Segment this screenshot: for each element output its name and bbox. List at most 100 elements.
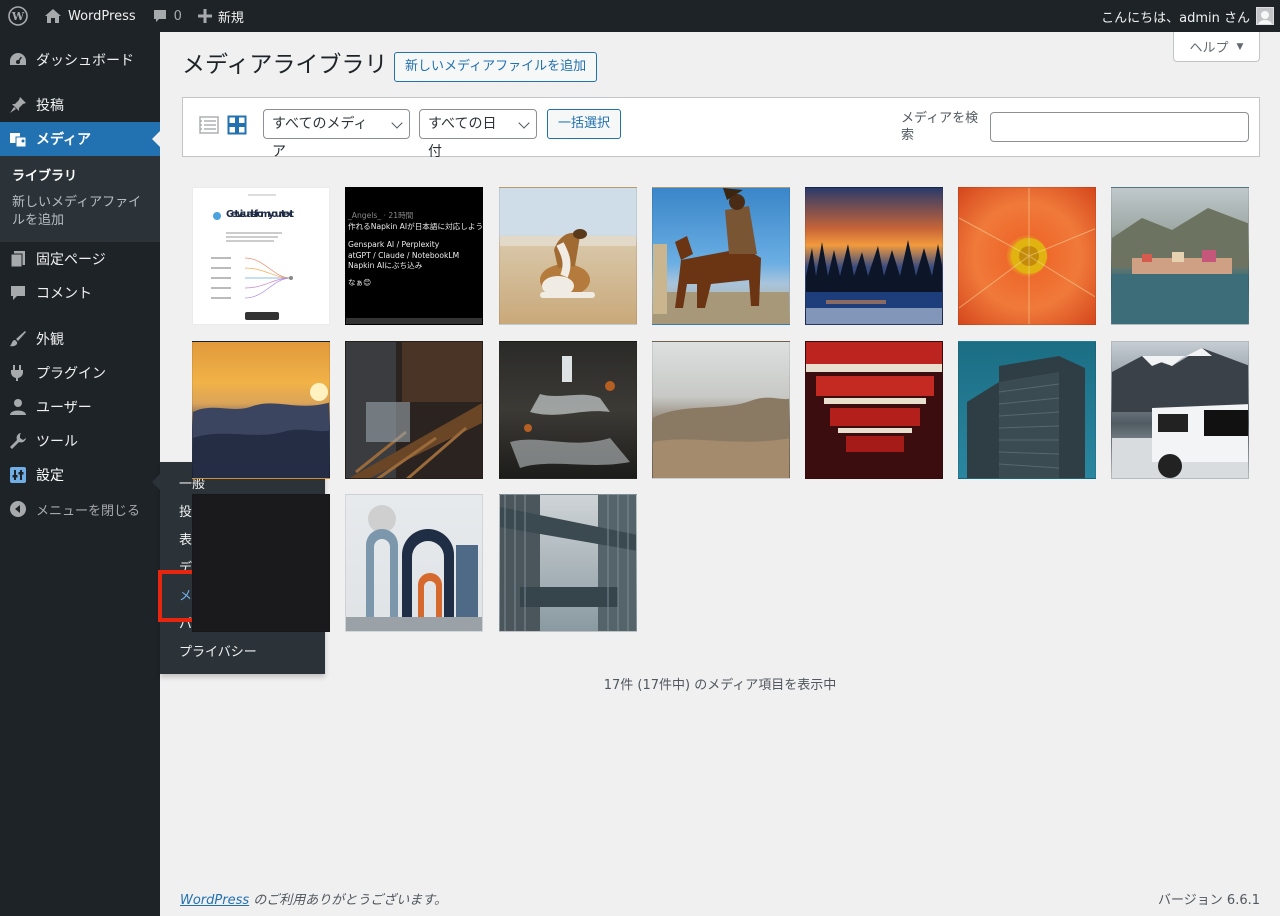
media-tile-forest-waterfall[interactable] <box>499 341 637 479</box>
coastal-town-thumbnail <box>1112 208 1248 324</box>
sidebar-item-users[interactable]: ユーザー <box>0 390 160 424</box>
sidebar-item-label: ダッシュボード <box>36 53 134 69</box>
sidebar-item-pages[interactable]: 固定ページ <box>0 242 160 276</box>
search-label: メディアを検索 <box>901 111 979 143</box>
media-tile-steel-bridge-architecture[interactable] <box>345 341 483 479</box>
sidebar-item-label: 設定 <box>36 468 64 484</box>
grid-view-icon[interactable] <box>226 114 248 136</box>
tweet-line: Napkin AIにぶち込み <box>348 261 423 270</box>
media-tile-dark-abstract[interactable] <box>192 494 330 632</box>
sidebar-item-label: 固定ページ <box>36 252 106 268</box>
dashboard-icon <box>8 50 28 70</box>
sidebar-item-label: 投稿 <box>36 98 64 114</box>
media-tile-glass-skyscraper[interactable] <box>958 341 1096 479</box>
media-search-input[interactable] <box>990 112 1249 142</box>
comment-icon <box>8 283 28 303</box>
comments-link[interactable]: 0 <box>144 0 190 32</box>
media-tile-sunset-over-clouds[interactable] <box>192 341 330 479</box>
media-tile-glass-skybridge[interactable] <box>499 494 637 632</box>
chevron-down-icon <box>391 117 403 129</box>
avatar <box>1256 7 1274 25</box>
media-icon <box>8 129 28 149</box>
plugin-icon <box>8 363 28 383</box>
misty-mountain-thumbnail <box>653 397 789 478</box>
sidebar-item-label: プラグイン <box>36 366 106 382</box>
account-menu[interactable]: こんにちは、admin さん <box>1093 0 1280 32</box>
media-tile-abstract-arches[interactable] <box>345 494 483 632</box>
skybridge-thumbnail <box>500 495 636 631</box>
dog-thumbnail <box>500 229 636 298</box>
submenu-library[interactable]: ライブラリ <box>0 164 160 190</box>
sidebar-item-dashboard[interactable]: ダッシュボード <box>0 43 160 77</box>
sidebar-item-media[interactable]: メディア <box>0 122 160 156</box>
horse-thumbnail <box>653 188 789 324</box>
tweet-line: atGPT / Claude / NotebookLM <box>348 250 460 260</box>
tweet-line: なぁ😊 <box>348 277 372 287</box>
collapse-menu-button[interactable]: メニューを閉じる <box>0 492 160 526</box>
admin-sidebar: ダッシュボード 投稿 メディア ライブラリ 新しいメディアファイルを追加 固定ペ… <box>0 32 160 916</box>
sidebar-item-plugins[interactable]: プラグイン <box>0 356 160 390</box>
media-tile-coastal-town[interactable] <box>1111 187 1249 325</box>
add-new-media-button[interactable]: 新しいメディアファイルを追加 <box>394 52 598 82</box>
tweet-line: _Angels_ · 21時間 <box>348 211 414 220</box>
new-content-link[interactable]: 新規 <box>190 0 252 32</box>
chevron-down-icon <box>518 117 530 129</box>
collapse-label: メニューを閉じる <box>36 503 141 519</box>
media-tile-dog-on-beach[interactable] <box>499 187 637 325</box>
tweet-line: Genspark AI / Perplexity <box>348 240 440 249</box>
bulk-select-button[interactable]: 一括選択 <box>547 109 622 139</box>
media-submenu: ライブラリ 新しいメディアファイルを追加 <box>0 156 160 242</box>
flower-thumbnail <box>959 188 1095 324</box>
sidebar-item-label: ユーザー <box>36 400 92 416</box>
media-tile-eagle-hunter-on-horse[interactable] <box>652 187 790 325</box>
skyscraper-thumbnail <box>967 356 1085 478</box>
admin-bar: W WordPress 0 新規 こんにちは、admin さん <box>0 0 1280 32</box>
comment-icon <box>153 10 166 22</box>
date-filter[interactable]: すべての日付 <box>419 109 537 160</box>
media-tile-black-tweet-screenshot[interactable]: _Angels_ · 21時間 作れるNapkin AIが日本語に対応しよう G… <box>345 187 483 325</box>
wordpress-link[interactable]: WordPress <box>180 893 249 908</box>
media-tile-napkin-screenshot[interactable]: Get visuals from your text <box>192 187 330 325</box>
greeting: こんにちは、admin さん <box>1101 10 1250 26</box>
submenu-add-new-media[interactable]: 新しいメディアファイルを追加 <box>0 190 160 234</box>
sidebar-item-settings[interactable]: 設定 <box>0 458 160 492</box>
media-type-filter[interactable]: すべてのメディア <box>263 109 410 160</box>
sidebar-item-tools[interactable]: ツール <box>0 424 160 458</box>
triangle-down-icon: ▼ <box>1236 41 1244 52</box>
pin-icon <box>8 95 28 115</box>
settings-icon <box>8 465 28 485</box>
site-name: WordPress <box>68 8 136 24</box>
footer-version: バージョン 6.6.1 <box>1158 893 1260 908</box>
plus-icon <box>197 9 212 23</box>
media-tile-white-jeep-snow-mountains[interactable] <box>1111 341 1249 479</box>
footer-thanks-text: のご利用ありがとうございます。 <box>249 893 447 908</box>
sidebar-item-posts[interactable]: 投稿 <box>0 88 160 122</box>
sunset-forest-thumbnail <box>806 240 942 324</box>
collapse-arrow-icon <box>8 499 28 519</box>
list-view-icon[interactable] <box>198 114 220 136</box>
brush-icon <box>8 329 28 349</box>
page-icon <box>8 249 28 269</box>
wordpress-logo-icon[interactable]: W <box>0 0 36 32</box>
sidebar-item-comments[interactable]: コメント <box>0 276 160 310</box>
help-label: ヘルプ <box>1189 41 1229 56</box>
site-name-link[interactable]: WordPress <box>36 0 144 32</box>
footer-thanks: WordPress のご利用ありがとうございます。 <box>180 889 447 908</box>
sidebar-item-appearance[interactable]: 外観 <box>0 322 160 356</box>
user-icon <box>8 397 28 417</box>
media-count-status: 17件 (17件中) のメディア項目を表示中 <box>603 678 837 693</box>
home-icon <box>45 9 61 23</box>
help-tab-button[interactable]: ヘルプ ▼ <box>1173 32 1260 62</box>
svg-text:W: W <box>11 10 25 23</box>
media-tile-sunset-lake-forest[interactable] <box>805 187 943 325</box>
media-tile-orange-flower[interactable] <box>958 187 1096 325</box>
pagoda-thumbnail <box>806 342 942 478</box>
media-tile-misty-mountain[interactable] <box>652 341 790 479</box>
page-title: メディアライブラリ <box>182 52 388 78</box>
tweet-line: 作れるNapkin AIが日本語に対応しよう <box>348 221 483 231</box>
sidebar-item-label: コメント <box>36 286 92 302</box>
media-tile-red-pagoda[interactable] <box>805 341 943 479</box>
napkin-thumbnail: Get visuals from your text <box>193 188 329 324</box>
steel-bridge-thumbnail <box>346 342 482 478</box>
comments-count: 0 <box>173 8 182 24</box>
